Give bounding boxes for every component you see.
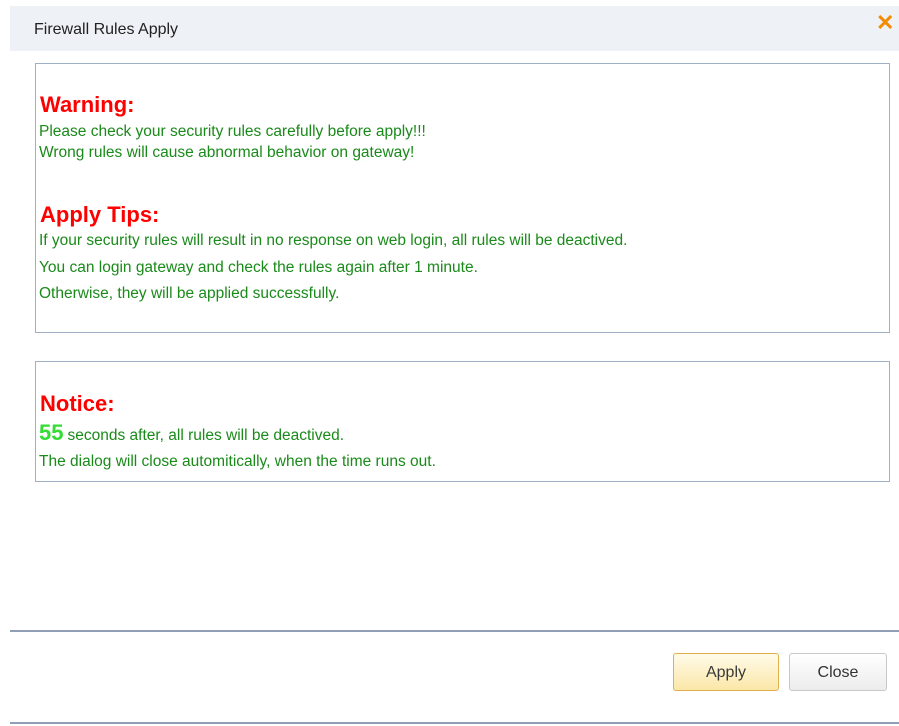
countdown-value: 55 [39, 420, 64, 445]
warning-line-1: Please check your security rules careful… [39, 123, 426, 140]
footer-divider-bottom [10, 722, 899, 724]
apply-tips-heading: Apply Tips: [40, 202, 160, 227]
dialog-title: Firewall Rules Apply [34, 21, 179, 38]
notice-line-2: The dialog will close automitically, whe… [39, 453, 436, 470]
tips-line-2: You can login gateway and check the rule… [39, 259, 478, 276]
notice-panel: Notice: 55 seconds after, all rules will … [35, 361, 890, 482]
notice-countdown-line: 55 seconds after, all rules will be deact… [39, 420, 344, 446]
close-icon[interactable]: ✕ [876, 11, 899, 34]
warning-line-2: Wrong rules will cause abnormal behavior… [39, 144, 415, 161]
dialog-titlebar: Firewall Rules Apply [10, 6, 899, 51]
close-button[interactable]: Close [789, 653, 887, 691]
footer-divider-top [10, 630, 899, 632]
countdown-suffix: seconds after, all rules will be deactiv… [67, 427, 345, 444]
warning-panel: Warning: Please check your security rule… [35, 63, 890, 333]
notice-heading: Notice: [40, 391, 115, 416]
tips-line-3: Otherwise, they will be applied successf… [39, 285, 340, 302]
apply-button[interactable]: Apply [673, 653, 779, 691]
warning-heading: Warning: [40, 92, 135, 117]
tips-line-1: If your security rules will result in no… [39, 232, 628, 249]
firewall-rules-apply-dialog: Firewall Rules Apply ✕ Warning: Please c… [0, 0, 899, 726]
